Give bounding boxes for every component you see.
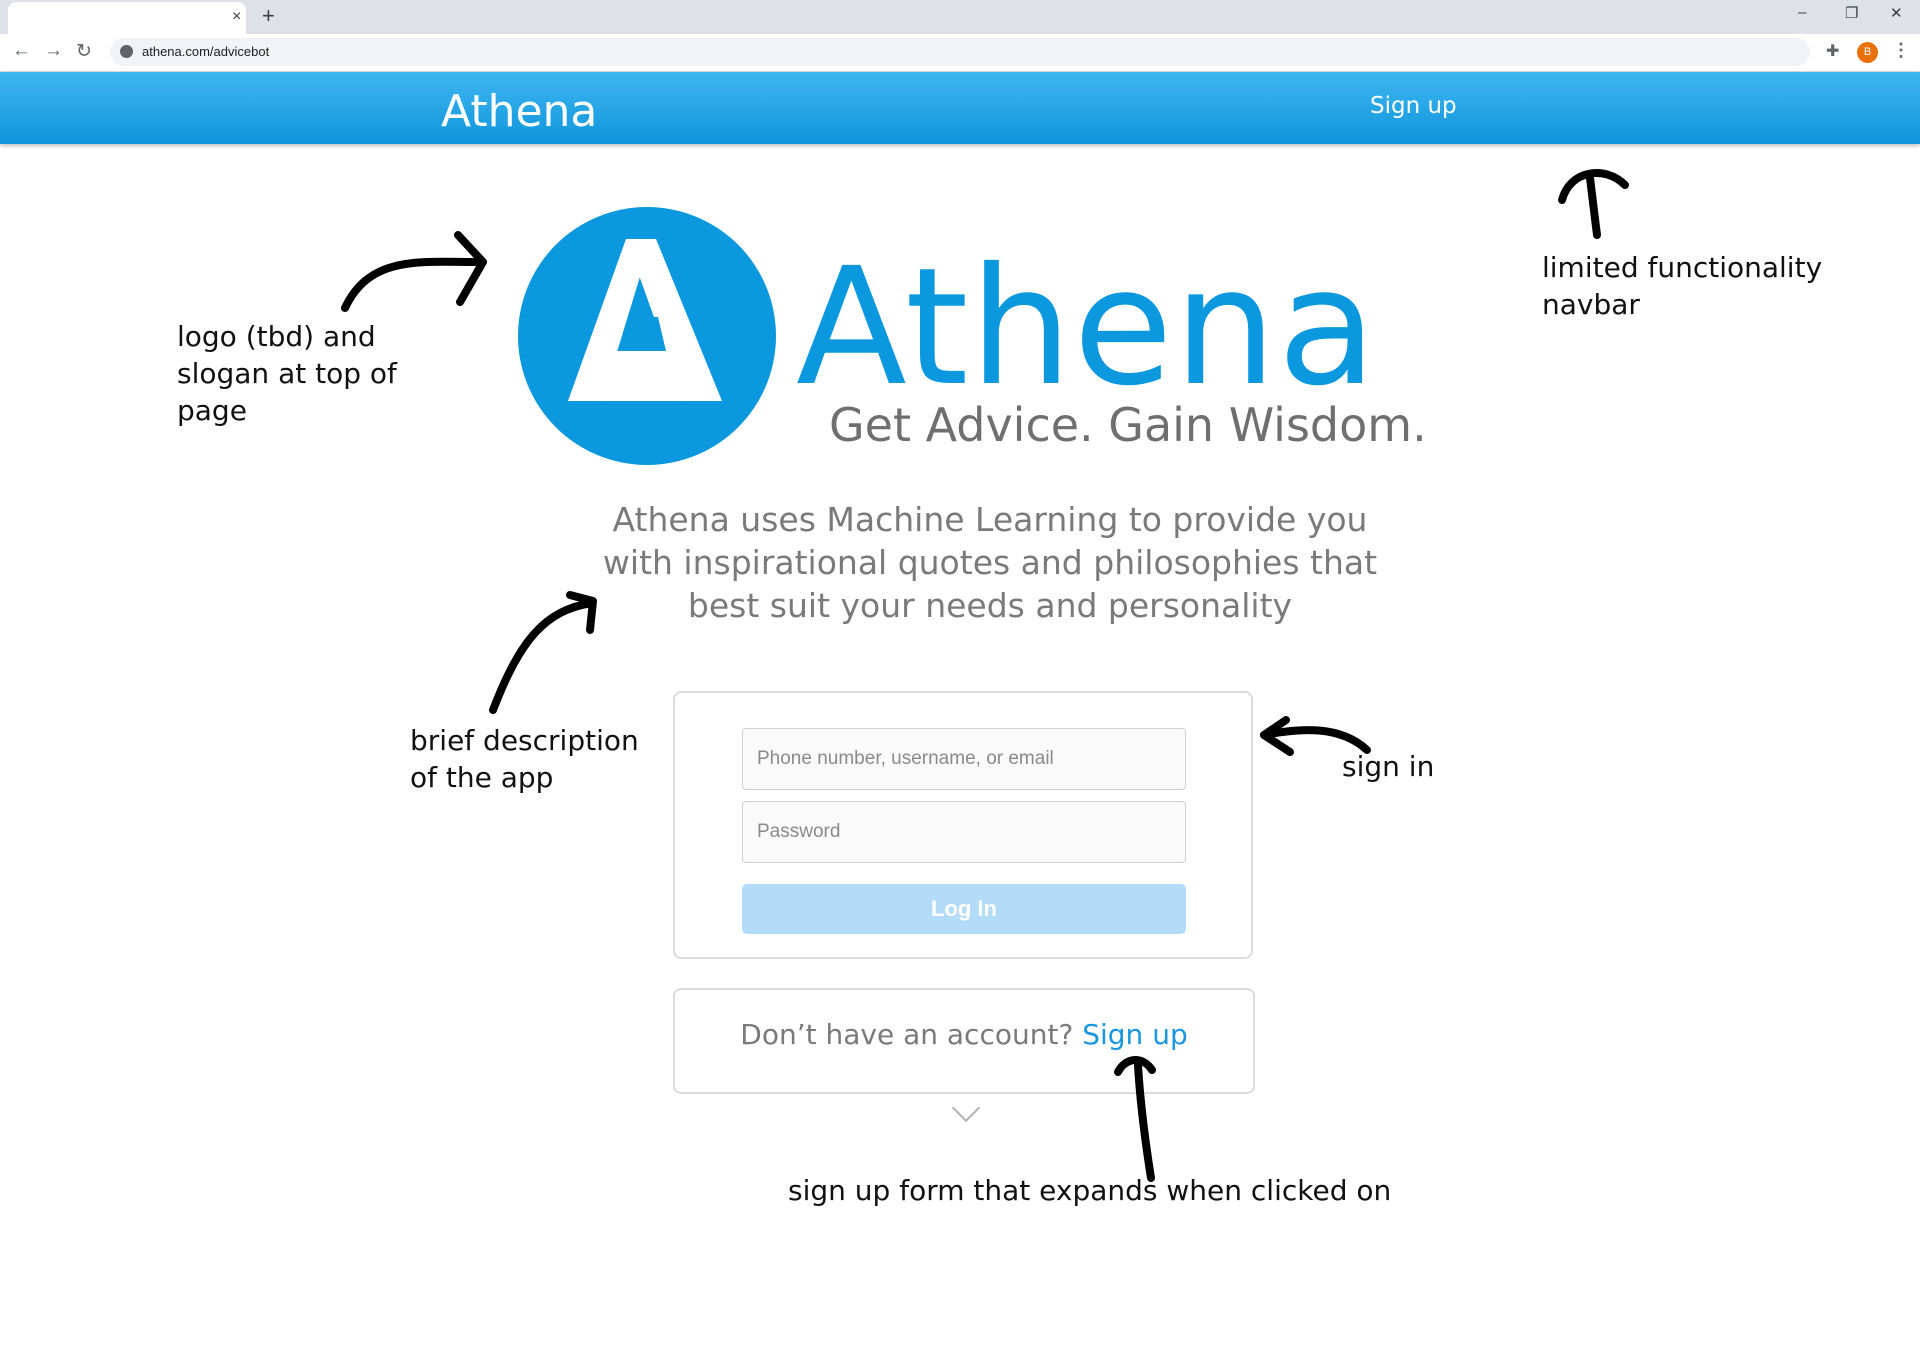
annotation-arrows [341, 169, 1629, 1182]
arrow-signup [1134, 1061, 1155, 1182]
arrow-navbar [1586, 174, 1601, 239]
arrow-description [489, 599, 596, 714]
